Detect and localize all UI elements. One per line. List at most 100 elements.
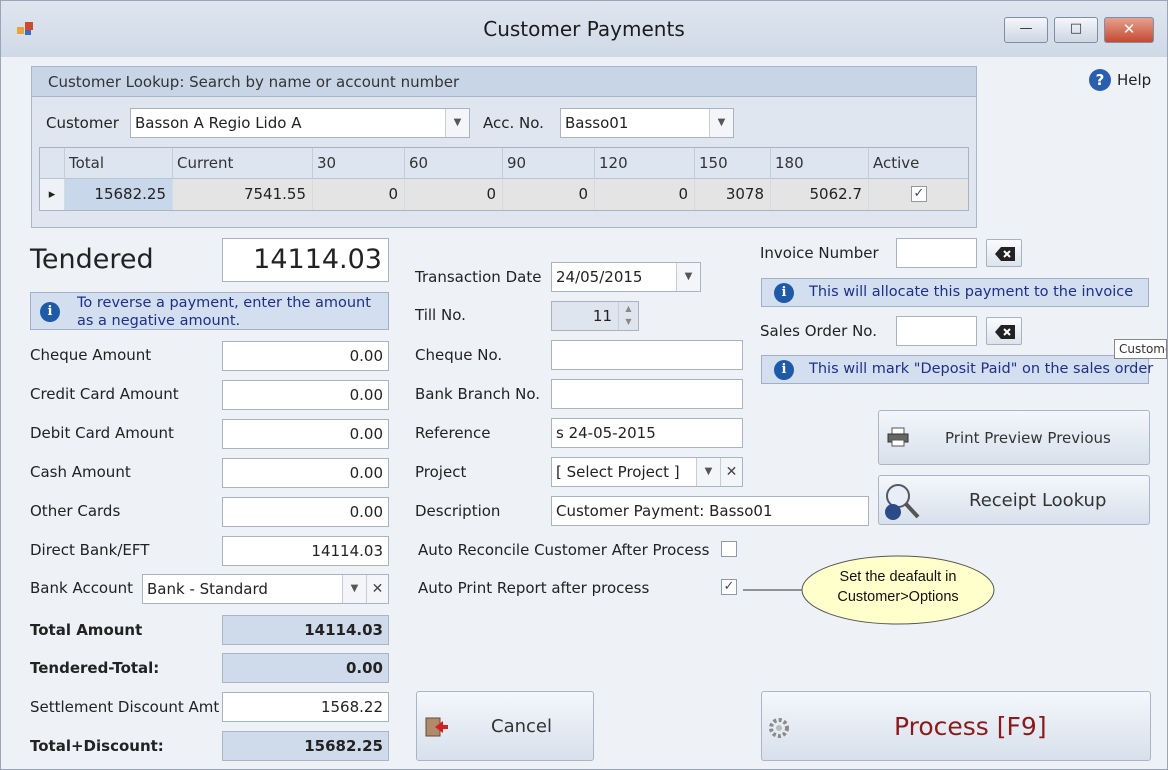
bank-account-dropdown-button[interactable]: ▼: [342, 575, 366, 603]
cell-90[interactable]: 0: [502, 179, 594, 210]
close-icon: ✕: [725, 464, 738, 480]
cheque-amount-input[interactable]: 0.00: [222, 341, 389, 371]
magnifier-icon: [885, 484, 920, 520]
column-header-current[interactable]: Current: [172, 148, 312, 179]
info-icon: i: [774, 360, 794, 380]
description-input[interactable]: Customer Payment: Basso01: [551, 496, 869, 526]
reference-input[interactable]: s 24-05-2015: [551, 418, 743, 448]
info-icon: i: [774, 283, 794, 303]
transaction-date-dropdown-button[interactable]: ▼: [676, 263, 700, 291]
cell-60[interactable]: 0: [404, 179, 502, 210]
column-header-30[interactable]: 30: [312, 148, 404, 179]
cell-total[interactable]: 15682.25: [64, 179, 172, 210]
tendered-title: Tendered: [30, 244, 154, 275]
project-value: [ Select Project ]: [556, 463, 680, 481]
auto-reconcile-checkbox[interactable]: [721, 541, 737, 557]
customer-lookup-group: Customer Lookup: Search by name or accou…: [31, 66, 977, 228]
bank-account-clear-button[interactable]: ✕: [366, 575, 388, 603]
cell-150[interactable]: 3078: [694, 179, 770, 210]
chevron-down-icon[interactable]: ▼: [619, 315, 638, 328]
tendered-total-label: Tendered-Total:: [30, 659, 160, 677]
backspace-icon: [995, 325, 1015, 339]
cell-active[interactable]: ✓: [868, 179, 968, 210]
bank-branch-no-label: Bank Branch No.: [415, 385, 541, 403]
column-header-180[interactable]: 180: [770, 148, 868, 179]
chevron-down-icon: ▼: [704, 466, 713, 477]
sales-order-clear-button[interactable]: [986, 317, 1022, 345]
chevron-down-icon: ▼: [350, 583, 359, 594]
invoice-clear-button[interactable]: [986, 239, 1022, 267]
column-header-120[interactable]: 120: [594, 148, 694, 179]
print-preview-button[interactable]: Print Preview Previous: [878, 410, 1150, 465]
reverse-payment-info: i To reverse a payment, enter the amount…: [30, 292, 389, 330]
customer-dropdown-button[interactable]: ▼: [445, 109, 469, 137]
bank-account-combobox[interactable]: Bank - Standard ▼ ✕: [142, 574, 389, 604]
sales-order-no-input[interactable]: [896, 316, 977, 346]
bank-branch-no-input[interactable]: [551, 379, 743, 409]
cancel-button[interactable]: Cancel: [416, 691, 594, 761]
acc-no-combobox[interactable]: Basso01 ▼: [560, 108, 734, 138]
cell-180[interactable]: 5062.7: [770, 179, 868, 210]
other-cards-label: Other Cards: [30, 502, 121, 520]
cell-30[interactable]: 0: [312, 179, 404, 210]
minimize-button[interactable]: —: [1004, 17, 1048, 43]
restore-button[interactable]: □: [1054, 17, 1098, 43]
cash-amount-input[interactable]: 0.00: [222, 458, 389, 488]
process-button[interactable]: Process [F9]: [761, 691, 1151, 761]
receipt-lookup-button[interactable]: Receipt Lookup: [878, 475, 1150, 525]
cell-120[interactable]: 0: [594, 179, 694, 210]
transaction-date-picker[interactable]: 24/05/2015 ▼: [551, 262, 701, 292]
bank-account-value: Bank - Standard: [147, 580, 268, 598]
total-amount-label: Total Amount: [30, 621, 143, 639]
till-no-stepper[interactable]: 11 ▲ ▼: [551, 301, 639, 331]
reverse-payment-text: To reverse a payment, enter the amount a…: [77, 295, 371, 329]
auto-reconcile-label: Auto Reconcile Customer After Process: [418, 541, 710, 559]
restore-icon: □: [1069, 21, 1083, 36]
cheque-amount-label: Cheque Amount: [30, 346, 152, 364]
column-header-60[interactable]: 60: [404, 148, 502, 179]
title-bar: Customer Payments — □ ✕: [1, 1, 1167, 57]
acc-no-dropdown-button[interactable]: ▼: [709, 109, 733, 137]
cheque-no-label: Cheque No.: [415, 346, 503, 364]
project-dropdown-button[interactable]: ▼: [696, 458, 720, 486]
credit-card-amount-input[interactable]: 0.00: [222, 380, 389, 410]
debit-card-amount-label: Debit Card Amount: [30, 424, 174, 442]
cell-current[interactable]: 7541.55: [172, 179, 312, 210]
column-header-active[interactable]: Active: [868, 148, 968, 179]
exit-icon: [425, 717, 448, 737]
project-clear-button[interactable]: ✕: [720, 458, 742, 486]
close-button[interactable]: ✕: [1104, 17, 1154, 43]
process-label: Process [F9]: [894, 712, 1047, 741]
direct-bank-eft-input[interactable]: 14114.03: [222, 536, 389, 566]
row-selector-icon[interactable]: ▸: [40, 179, 64, 210]
customer-combobox[interactable]: Basson A Regio Lido A ▼: [130, 108, 470, 138]
column-header-total[interactable]: Total: [64, 148, 172, 179]
receipt-lookup-label: Receipt Lookup: [969, 490, 1107, 511]
chevron-up-icon[interactable]: ▲: [619, 302, 638, 315]
till-no-spin-buttons[interactable]: ▲ ▼: [618, 302, 638, 330]
sales-order-info-text: This will mark "Deposit Paid" on the sal…: [809, 361, 1154, 377]
check-icon: ✓: [723, 579, 735, 594]
column-header-150[interactable]: 150: [694, 148, 770, 179]
till-no-label: Till No.: [415, 306, 466, 324]
table-row[interactable]: ▸ 15682.25 7541.55 0 0 0 0 3078 5062.7 ✓: [40, 179, 968, 210]
settlement-discount-input[interactable]: 1568.22: [222, 692, 389, 722]
cash-amount-label: Cash Amount: [30, 463, 131, 481]
sales-order-no-label: Sales Order No.: [760, 322, 877, 340]
tendered-display: 14114.03: [222, 238, 389, 282]
direct-bank-eft-label: Direct Bank/EFT: [30, 541, 150, 559]
cheque-no-input[interactable]: [551, 340, 743, 370]
auto-print-checkbox[interactable]: ✓: [721, 579, 737, 595]
column-header-90[interactable]: 90: [502, 148, 594, 179]
debit-card-amount-input[interactable]: 0.00: [222, 419, 389, 449]
other-cards-input[interactable]: 0.00: [222, 497, 389, 527]
invoice-number-input[interactable]: [896, 238, 977, 268]
transaction-date-value: 24/05/2015: [556, 268, 643, 286]
total-amount-value: 14114.03: [222, 615, 389, 645]
backspace-icon: [995, 247, 1015, 261]
active-checkbox[interactable]: ✓: [911, 186, 927, 202]
help-icon: ?: [1089, 69, 1111, 91]
tooltip: Custome: [1114, 339, 1167, 359]
customer-payments-window: Customer Payments — □ ✕ ? Help Customer …: [0, 0, 1168, 770]
project-combobox[interactable]: [ Select Project ] ▼ ✕: [551, 457, 743, 487]
